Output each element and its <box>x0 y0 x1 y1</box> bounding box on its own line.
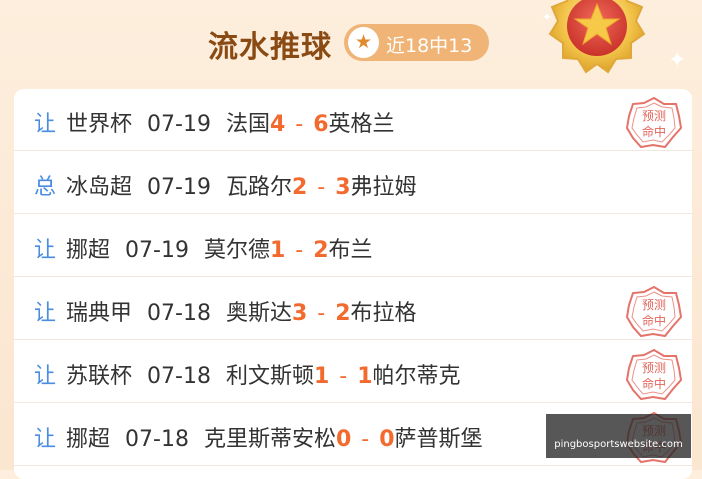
league-name: 挪超 <box>66 427 111 452</box>
page-title: 流水推球 <box>208 30 332 65</box>
score-separator: - <box>339 364 348 389</box>
league-name: 冰岛超 <box>66 175 133 200</box>
score-separator: - <box>317 301 326 326</box>
match-date: 07-19 <box>147 175 211 200</box>
hit-stamp-icon: 预测 命中 <box>624 347 684 403</box>
league-name: 瑞典甲 <box>66 301 133 326</box>
away-score: 2 <box>313 238 329 263</box>
home-score: 3 <box>291 301 308 326</box>
home-team: 利文斯顿 <box>225 364 314 389</box>
home-score: 0 <box>335 427 352 452</box>
away-team: 英格兰 <box>328 112 395 137</box>
away-team: 弗拉姆 <box>350 175 417 200</box>
match-date: 07-18 <box>147 301 211 326</box>
watermark-line2: pingbosportswebsite.com <box>554 439 683 450</box>
hit-stamp-icon: 预测 命中 <box>624 95 684 151</box>
bet-type-label: 让 <box>34 238 57 263</box>
header: 流水推球 ★ 近18中13 ✦ ✦ <box>0 0 702 86</box>
svg-text:命中: 命中 <box>642 124 666 139</box>
match-info: 苏联杯 07-18 利文斯顿1-1帕尔蒂克 <box>66 358 461 390</box>
match-row[interactable]: 总 冰岛超 07-19 瓦路尔2-3弗拉姆 <box>14 152 692 214</box>
watermark: pingbosportswebsite.com <box>546 414 691 458</box>
away-score: 2 <box>335 301 351 326</box>
home-score: 1 <box>313 364 330 389</box>
score-separator: - <box>317 175 326 200</box>
match-date: 07-18 <box>125 427 189 452</box>
score-separator: - <box>295 238 304 263</box>
bet-type-label: 让 <box>34 112 57 137</box>
home-score: 4 <box>269 112 286 137</box>
match-info: 挪超 07-19 莫尔德1-2布兰 <box>66 232 373 264</box>
bet-type-label: 总 <box>34 175 57 200</box>
home-team: 瓦路尔 <box>225 175 292 200</box>
svg-text:预测: 预测 <box>642 298 666 312</box>
match-info: 瑞典甲 07-18 奥斯达3-2布拉格 <box>66 295 417 327</box>
home-score: 1 <box>269 238 286 263</box>
away-score: 0 <box>379 427 395 452</box>
svg-text:预测: 预测 <box>642 109 666 123</box>
away-score: 6 <box>313 112 329 137</box>
sparkle-icon: ✦ <box>668 48 687 73</box>
match-row[interactable]: 让 挪超 07-19 莫尔德1-2布兰 <box>14 215 692 277</box>
home-team: 莫尔德 <box>203 238 270 263</box>
home-team: 克里斯蒂安松 <box>203 427 336 452</box>
league-name: 苏联杯 <box>66 364 133 389</box>
away-team: 布拉格 <box>350 301 417 326</box>
match-info: 世界杯 07-19 法国4-6英格兰 <box>66 106 395 138</box>
match-info: 挪超 07-18 克里斯蒂安松0-0萨普斯堡 <box>66 421 483 453</box>
league-name: 世界杯 <box>66 112 133 137</box>
hit-rate-text: 近18中13 <box>386 35 473 57</box>
hit-rate-badge[interactable]: ★ 近18中13 <box>344 24 489 61</box>
hit-stamp-icon: 预测 命中 <box>624 284 684 340</box>
home-team: 法国 <box>225 112 270 137</box>
away-team: 帕尔蒂克 <box>372 364 461 389</box>
match-info: 冰岛超 07-19 瓦路尔2-3弗拉姆 <box>66 169 417 201</box>
home-team: 奥斯达 <box>225 301 292 326</box>
away-team: 萨普斯堡 <box>394 427 483 452</box>
star-icon: ★ <box>348 27 379 58</box>
match-row[interactable]: 让 苏联杯 07-18 利文斯顿1-1帕尔蒂克 预测 命中 <box>14 341 692 403</box>
bet-type-label: 让 <box>34 427 57 452</box>
score-separator: - <box>361 427 370 452</box>
svg-text:命中: 命中 <box>642 376 666 391</box>
sparkle-icon: ✦ <box>542 10 553 24</box>
match-date: 07-19 <box>147 112 211 137</box>
home-score: 2 <box>291 175 308 200</box>
away-score: 3 <box>335 175 351 200</box>
svg-text:预测: 预测 <box>642 361 666 375</box>
league-name: 挪超 <box>66 238 111 263</box>
bet-type-label: 让 <box>34 364 57 389</box>
match-row[interactable]: 让 世界杯 07-19 法国4-6英格兰 预测 命中 <box>14 89 692 151</box>
match-row[interactable]: 让 瑞典甲 07-18 奥斯达3-2布拉格 预测 命中 <box>14 278 692 340</box>
away-team: 布兰 <box>328 238 373 263</box>
svg-text:命中: 命中 <box>642 313 666 328</box>
away-score: 1 <box>357 364 373 389</box>
match-date: 07-19 <box>125 238 189 263</box>
score-separator: - <box>295 112 304 137</box>
bet-type-label: 让 <box>34 301 57 326</box>
match-date: 07-18 <box>147 364 211 389</box>
